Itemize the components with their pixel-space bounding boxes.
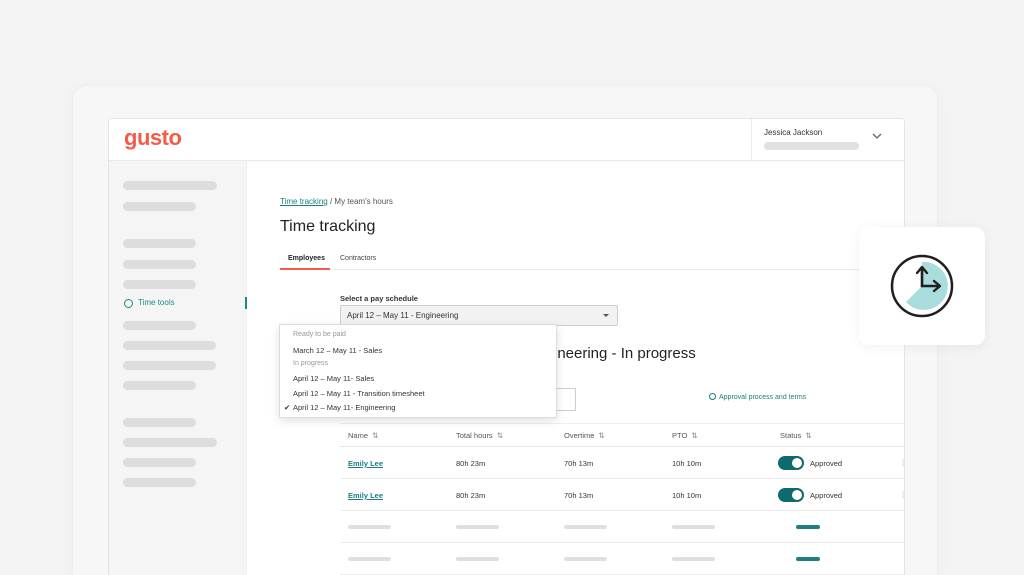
top-bar: gusto Jessica Jackson <box>109 119 904 161</box>
sidebar-item-placeholder[interactable] <box>123 202 196 211</box>
sidebar-item-placeholder[interactable] <box>123 361 216 370</box>
cell-placeholder <box>672 525 715 529</box>
table-row-placeholder <box>340 543 904 575</box>
pto-cell: 10h 10m <box>672 459 702 468</box>
sidebar-item-placeholder[interactable] <box>123 438 217 447</box>
column-header-label: PTO <box>672 431 688 440</box>
dropdown-option-selected[interactable]: April 12 – May 11- Engineering <box>293 403 395 412</box>
clock-icon <box>124 299 133 308</box>
dropdown-option[interactable]: April 12 – May 11- Sales <box>293 374 374 383</box>
user-name: Jessica Jackson <box>764 128 823 137</box>
section-title: ineering - In progress <box>554 345 696 362</box>
status-placeholder <box>796 525 820 529</box>
sidebar-item-placeholder[interactable] <box>123 381 196 390</box>
sidebar-item-placeholder[interactable] <box>123 181 217 190</box>
row-action-edge <box>902 459 904 467</box>
column-header-label: Name <box>348 431 369 440</box>
column-header-status[interactable]: Status ⇅ <box>780 431 812 440</box>
page-title: Time tracking <box>280 218 376 235</box>
sidebar-item-placeholder[interactable] <box>123 260 196 269</box>
dropdown-option[interactable]: March 12 – May 11 - Sales <box>293 346 382 355</box>
cell-placeholder <box>348 525 391 529</box>
sidebar: Time tools <box>109 161 247 575</box>
column-header-label: Total hours <box>456 431 493 440</box>
total-hours-cell: 80h 23m <box>456 491 486 500</box>
pto-cell: 10h 10m <box>672 491 702 500</box>
cell-placeholder <box>564 525 607 529</box>
employee-name-link[interactable]: Emily Lee <box>348 459 383 468</box>
sort-icon: ⇅ <box>805 431 812 440</box>
sidebar-item-placeholder[interactable] <box>123 478 196 487</box>
caret-down-icon <box>603 314 609 317</box>
help-circle-icon <box>709 393 716 400</box>
tab-contractors[interactable]: Contractors <box>340 255 376 262</box>
tab-bar: Employees Contractors <box>280 252 904 270</box>
cell-placeholder <box>348 557 391 561</box>
cell-placeholder <box>456 557 499 561</box>
user-menu[interactable]: Jessica Jackson <box>751 119 904 161</box>
sidebar-item-placeholder[interactable] <box>123 458 196 467</box>
sort-icon: ⇅ <box>496 431 503 440</box>
clock-icon <box>890 254 954 318</box>
status-text: Approved <box>810 459 843 468</box>
sidebar-item-time-tools[interactable]: Time tools <box>109 297 247 311</box>
employee-name-link[interactable]: Emily Lee <box>348 491 383 500</box>
cell-placeholder <box>564 557 607 561</box>
sidebar-item-placeholder[interactable] <box>123 341 216 350</box>
dropdown-option[interactable]: April 12 – May 11 - Transition timesheet <box>293 389 425 398</box>
pay-schedule-label: Select a pay schedule <box>340 294 418 303</box>
tab-employees[interactable]: Employees <box>288 255 325 262</box>
breadcrumb-current: My team's hours <box>334 197 393 206</box>
column-header-pto[interactable]: PTO ⇅ <box>672 431 698 440</box>
approval-toggle[interactable] <box>778 456 804 470</box>
approval-toggle[interactable] <box>778 488 804 502</box>
pay-schedule-selected: April 12 – May 11 - Engineering <box>347 311 459 320</box>
breadcrumb: Time tracking / My team's hours <box>280 197 393 206</box>
column-header-label: Status <box>780 431 802 440</box>
status-text: Approved <box>810 491 843 500</box>
dropdown-group-heading: In progress <box>293 360 329 367</box>
sidebar-item-placeholder[interactable] <box>123 418 196 427</box>
dropdown-group-heading: Ready to be paid <box>293 331 346 338</box>
column-header-name[interactable]: Name ⇅ <box>348 431 378 440</box>
column-header-overtime[interactable]: Overtime ⇅ <box>564 431 605 440</box>
cell-placeholder <box>672 557 715 561</box>
sidebar-item-placeholder[interactable] <box>123 321 196 330</box>
cell-placeholder <box>456 525 499 529</box>
table-row: Emily Lee 80h 23m 70h 13m 10h 10m Approv… <box>340 447 904 479</box>
pay-schedule-dropdown: Ready to be paid March 12 – May 11 - Sal… <box>279 324 557 418</box>
sidebar-item-placeholder[interactable] <box>123 239 196 248</box>
gusto-logo[interactable]: gusto <box>124 125 182 151</box>
sidebar-item-label: Time tools <box>138 298 175 307</box>
overtime-cell: 70h 13m <box>564 491 594 500</box>
clock-feature-card <box>859 227 985 345</box>
chevron-down-icon[interactable] <box>872 132 882 140</box>
table-row: Emily Lee 80h 23m 70h 13m 10h 10m Approv… <box>340 479 904 511</box>
table-header: Name ⇅ Total hours ⇅ Overtime ⇅ PTO ⇅ Status… <box>340 423 904 447</box>
breadcrumb-link[interactable]: Time tracking <box>280 197 328 206</box>
hours-table: Name ⇅ Total hours ⇅ Overtime ⇅ PTO ⇅ Status… <box>340 423 904 575</box>
sidebar-item-placeholder[interactable] <box>123 280 196 289</box>
column-header-total-hours[interactable]: Total hours ⇅ <box>456 431 503 440</box>
sort-icon: ⇅ <box>598 431 605 440</box>
sort-icon: ⇅ <box>691 431 698 440</box>
overtime-cell: 70h 13m <box>564 459 594 468</box>
row-action-edge <box>902 491 904 499</box>
sort-icon: ⇅ <box>372 431 379 440</box>
pay-schedule-select[interactable]: April 12 – May 11 - Engineering <box>340 305 618 326</box>
active-tab-underline <box>280 268 330 270</box>
approval-link-label: Approval process and terms <box>719 394 807 401</box>
total-hours-cell: 80h 23m <box>456 459 486 468</box>
checkmark-icon: ✔ <box>284 403 291 412</box>
status-placeholder <box>796 557 820 561</box>
breadcrumb-separator: / <box>329 197 333 206</box>
approval-process-link[interactable]: Approval process and terms <box>709 393 806 401</box>
user-subtitle-placeholder <box>764 142 859 150</box>
column-header-label: Overtime <box>564 431 595 440</box>
table-row-placeholder <box>340 511 904 543</box>
